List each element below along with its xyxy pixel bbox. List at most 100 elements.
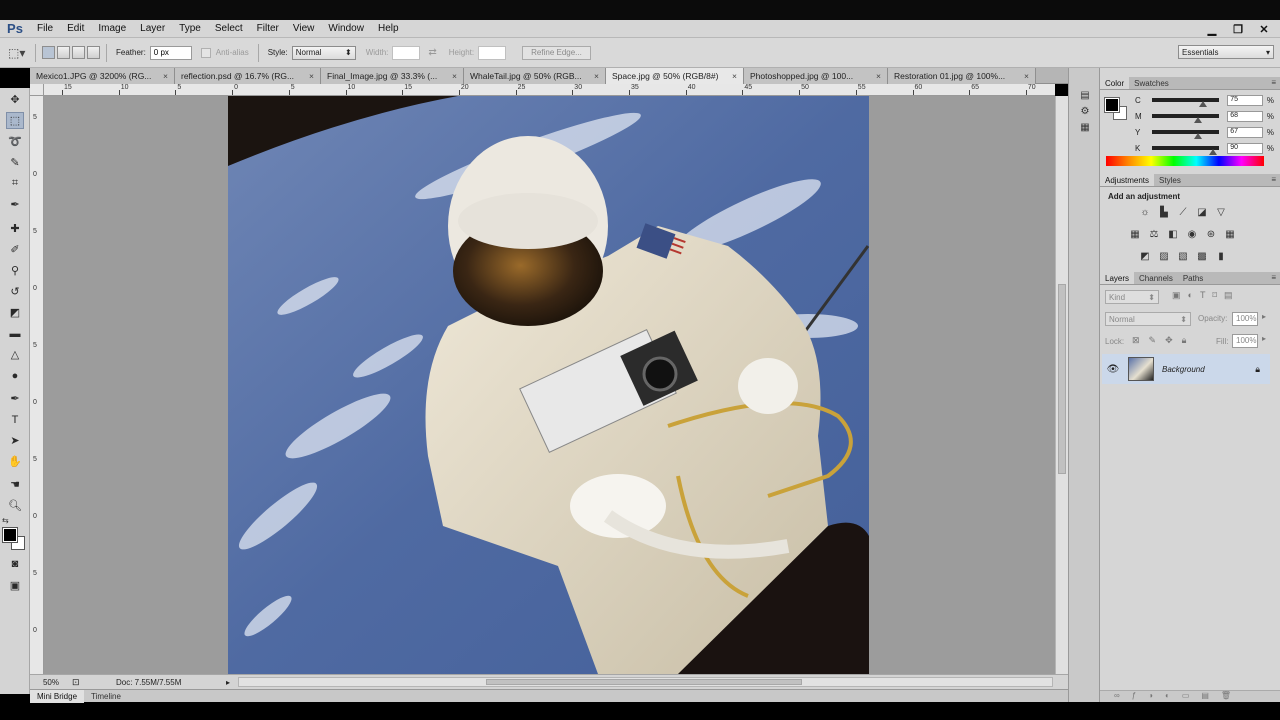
tab-color[interactable]: Color	[1100, 77, 1130, 89]
tab-space[interactable]: Space.jpg @ 50% (RGB/8#) ×	[606, 68, 744, 84]
menu-layer[interactable]: Layer	[133, 20, 172, 38]
slider-track[interactable]	[1152, 130, 1220, 139]
tab-mini-bridge[interactable]: Mini Bridge	[30, 689, 85, 703]
quick-select-tool-icon[interactable]: ✎	[6, 154, 24, 171]
hue-saturation-icon[interactable]: ▦	[1128, 228, 1142, 240]
posterize-icon[interactable]: ▨	[1157, 250, 1171, 262]
slider-value[interactable]: 67	[1227, 126, 1263, 138]
tab-styles[interactable]: Styles	[1154, 174, 1186, 186]
gradient-map-icon[interactable]: ▮	[1214, 250, 1228, 262]
layer-kind-filter[interactable]: Kind ⬍	[1105, 290, 1159, 304]
feather-input[interactable]	[149, 45, 192, 60]
tab-adjustments[interactable]: Adjustments	[1100, 174, 1155, 186]
tab-photoshopped[interactable]: Photoshopped.jpg @ 100... ×	[744, 68, 888, 84]
close-icon[interactable]: ✕	[1256, 23, 1272, 36]
move-tool-icon[interactable]: ✥	[6, 91, 24, 108]
history-panel-icon[interactable]: ▤	[1077, 88, 1093, 102]
color-spectrum[interactable]	[1106, 156, 1264, 166]
tab-swatches[interactable]: Swatches	[1129, 77, 1174, 89]
slider-knob[interactable]	[1209, 149, 1218, 155]
slider-knob[interactable]	[1193, 133, 1202, 139]
workspace-select[interactable]: Essentials ▾	[1178, 45, 1274, 59]
vibrance-icon[interactable]: ▽	[1214, 206, 1228, 218]
layer-footer-icons[interactable]: ∞ƒ◑◐▭▤🗑︎	[1114, 691, 1243, 700]
slider-value[interactable]: 75	[1227, 94, 1263, 106]
vertical-ruler[interactable]: 50505050505	[30, 96, 44, 691]
slider-value[interactable]: 90	[1227, 142, 1263, 154]
zoom-tool-icon[interactable]: 🔍︎	[6, 497, 24, 514]
info-panel-icon[interactable]: ▦	[1077, 120, 1093, 134]
brush-tool-icon[interactable]: ✐	[6, 241, 24, 258]
tab-paths[interactable]: Paths	[1178, 272, 1208, 284]
curves-icon[interactable]: ⟋	[1176, 206, 1190, 218]
new-selection-icon[interactable]	[42, 46, 55, 59]
menu-select[interactable]: Select	[208, 20, 250, 38]
layer-name[interactable]: Background	[1162, 365, 1205, 374]
tab-channels[interactable]: Channels	[1134, 272, 1178, 284]
menu-window[interactable]: Window	[321, 20, 371, 38]
shape-tool-icon[interactable]: ✋	[6, 453, 24, 470]
chevron-down-icon[interactable]: ▸	[1262, 334, 1266, 343]
menu-image[interactable]: Image	[91, 20, 133, 38]
slider-track[interactable]	[1152, 146, 1220, 155]
threshold-icon[interactable]: ▧	[1176, 250, 1190, 262]
photo-filter-icon[interactable]: ◉	[1185, 228, 1199, 240]
properties-panel-icon[interactable]: ⚙	[1077, 104, 1093, 118]
gradient-tool-icon[interactable]: ▬	[6, 325, 24, 342]
eraser-tool-icon[interactable]: ◩	[6, 304, 24, 321]
scroll-thumb[interactable]	[486, 679, 802, 685]
tab-reflection[interactable]: reflection.psd @ 16.7% (RG... ×	[175, 68, 321, 84]
horizontal-ruler[interactable]: 15 10 5 0 5 10 15 20 25 30 35 40 45 50 55 60 65 70	[44, 84, 1055, 96]
menu-edit[interactable]: Edit	[60, 20, 91, 38]
vertical-scrollbar[interactable]	[1055, 96, 1068, 674]
blur-tool-icon[interactable]: △	[6, 346, 24, 363]
foreground-color-swatch[interactable]	[2, 527, 18, 543]
menu-filter[interactable]: Filter	[250, 20, 286, 38]
swap-icon[interactable]: ⇄	[428, 47, 436, 58]
tab-timeline[interactable]: Timeline	[84, 690, 128, 703]
foreground-color-swatch[interactable]	[1104, 97, 1120, 113]
pen-tool-icon[interactable]: ✒	[6, 390, 24, 407]
blend-mode-select[interactable]: Normal ⬍	[1105, 312, 1191, 326]
swap-colors-icon[interactable]: ⇆	[2, 516, 9, 525]
layer-filter-icons[interactable]: ▣◐T⌑▤	[1172, 290, 1240, 301]
tab-layers[interactable]: Layers	[1100, 272, 1135, 284]
color-lookup-icon[interactable]: ▦	[1223, 228, 1237, 240]
fill-input[interactable]: 100%	[1232, 334, 1258, 348]
panel-menu-icon[interactable]: ≡	[1271, 175, 1276, 184]
chevron-down-icon[interactable]: ▸	[1262, 312, 1266, 321]
lock-icons[interactable]: ⊠✎✥🔒︎	[1132, 335, 1195, 346]
width-input[interactable]	[392, 45, 421, 60]
scroll-thumb[interactable]	[1058, 284, 1066, 474]
panel-menu-icon[interactable]: ≡	[1271, 273, 1276, 282]
subtract-selection-icon[interactable]	[72, 46, 85, 59]
menu-help[interactable]: Help	[371, 20, 406, 38]
slider-yellow[interactable]: Y 67 %	[1108, 125, 1274, 139]
quick-mask-icon[interactable]: ◙	[6, 555, 24, 572]
close-icon[interactable]: ×	[1024, 68, 1029, 84]
close-icon[interactable]: ×	[594, 68, 599, 84]
close-icon[interactable]: ×	[309, 68, 314, 84]
menu-type[interactable]: Type	[172, 20, 208, 38]
close-icon[interactable]: ×	[452, 68, 457, 84]
history-brush-tool-icon[interactable]: ↺	[6, 283, 24, 300]
play-icon[interactable]: ▸	[226, 678, 230, 687]
slider-value[interactable]: 68	[1227, 110, 1263, 122]
slider-cyan[interactable]: C 75 %	[1108, 93, 1274, 107]
clone-stamp-tool-icon[interactable]: ⚲	[6, 262, 24, 279]
tab-restoration[interactable]: Restoration 01.jpg @ 100%... ×	[888, 68, 1036, 84]
eye-icon[interactable]: 👁︎	[1102, 364, 1124, 375]
panel-menu-icon[interactable]: ≡	[1271, 78, 1276, 87]
refine-edge-button[interactable]: Refine Edge...	[522, 45, 591, 60]
tab-mexico[interactable]: Mexico1.JPG @ 3200% (RG... ×	[30, 68, 175, 84]
intersect-selection-icon[interactable]	[87, 46, 100, 59]
screen-mode-icon[interactable]: ▣	[6, 577, 24, 594]
canvas-area[interactable]	[44, 96, 1055, 674]
slider-knob[interactable]	[1199, 101, 1207, 107]
type-tool-icon[interactable]: T	[6, 411, 24, 428]
channel-mixer-icon[interactable]: ⊛	[1204, 228, 1218, 240]
brightness-icon[interactable]: ☼	[1138, 206, 1152, 218]
restore-icon[interactable]: ❐	[1230, 23, 1246, 36]
add-selection-icon[interactable]	[57, 46, 70, 59]
tab-whaletail[interactable]: WhaleTail.jpg @ 50% (RGB... ×	[464, 68, 606, 84]
